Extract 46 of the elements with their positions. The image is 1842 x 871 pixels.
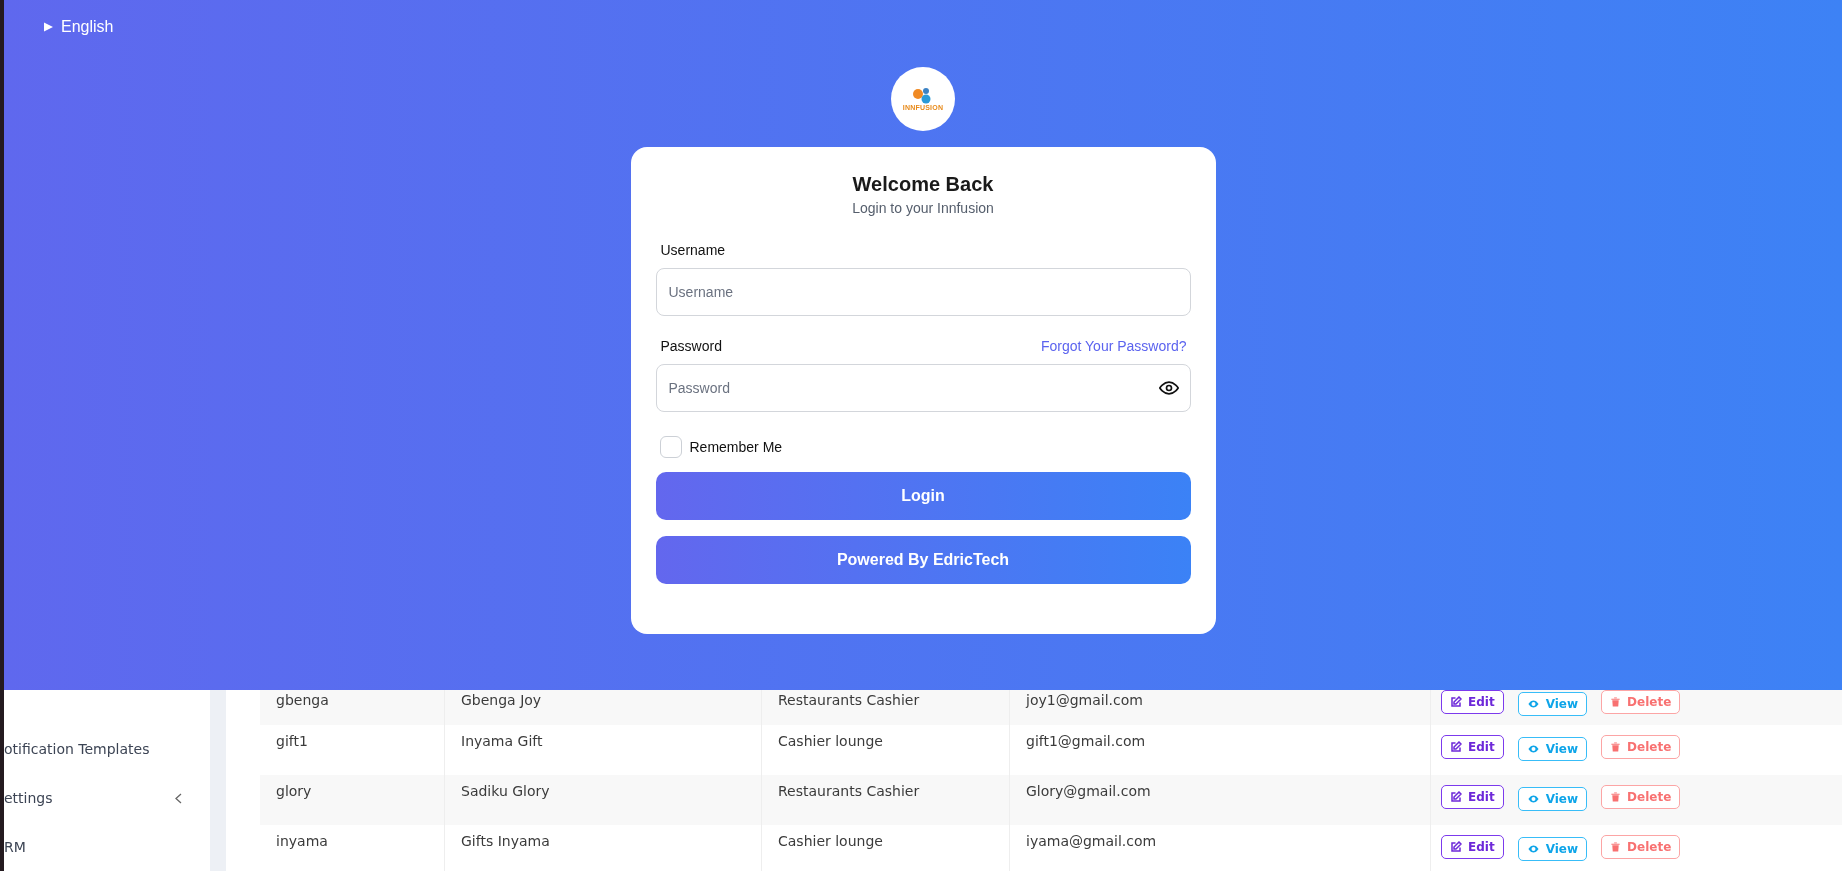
sidebar-item[interactable]: ettings: [4, 773, 210, 823]
view-button[interactable]: View: [1517, 737, 1588, 761]
edit-icon: [1450, 741, 1462, 753]
sidebar-item[interactable]: RM: [4, 822, 210, 871]
powered-by-button[interactable]: Powered By EdricTech: [655, 536, 1191, 584]
caret-icon: [44, 22, 53, 32]
eye-icon: [1526, 843, 1540, 855]
card-subtitle: Login to your Innfusion: [852, 200, 994, 216]
trash-icon: [1610, 791, 1622, 803]
eye-icon: [1526, 793, 1540, 805]
password-field[interactable]: Password: [655, 364, 1191, 412]
field-label: Username: [660, 242, 726, 258]
username-field[interactable]: Username: [655, 268, 1191, 316]
forgot-password-link[interactable]: Forgot Your Password?: [1040, 338, 1187, 354]
remember-checkbox[interactable]: [659, 436, 682, 458]
table-cell: iyama@gmail.com: [1010, 825, 1431, 871]
delete-button[interactable]: Delete: [1601, 735, 1681, 759]
edit-button[interactable]: Edit: [1441, 785, 1504, 809]
login-button[interactable]: Login: [655, 472, 1191, 520]
edit-icon: [1450, 696, 1462, 708]
view-button[interactable]: View: [1517, 837, 1588, 861]
table-cell: inyama: [260, 825, 445, 871]
edit-icon: [1450, 791, 1462, 803]
sidebar-item[interactable]: otification Templates: [4, 725, 210, 774]
eye-icon: [1526, 743, 1540, 755]
eye-icon: [1526, 698, 1540, 710]
table-cell: Gifts Inyama: [445, 825, 762, 871]
trash-icon: [1610, 696, 1622, 708]
table-cell: Cashier lounge: [762, 825, 1010, 871]
trash-icon: [1610, 841, 1622, 853]
view-button[interactable]: View: [1517, 692, 1588, 716]
trash-icon: [1610, 741, 1622, 753]
edit-button[interactable]: Edit: [1441, 735, 1504, 759]
delete-button[interactable]: Delete: [1601, 835, 1681, 859]
delete-button[interactable]: Delete: [1601, 785, 1681, 809]
language-toggle[interactable]: English: [44, 18, 114, 36]
field-label: Password: [660, 338, 722, 354]
edit-button[interactable]: Edit: [1441, 690, 1504, 714]
delete-button[interactable]: Delete: [1601, 690, 1681, 714]
eye-icon[interactable]: [1158, 381, 1179, 395]
checkbox-label: Remember Me: [689, 439, 783, 455]
card-title: Welcome Back: [852, 173, 994, 196]
edit-icon: [1450, 841, 1462, 853]
view-button[interactable]: View: [1517, 787, 1588, 811]
edit-button[interactable]: Edit: [1441, 835, 1504, 859]
chevron-icon: [175, 792, 182, 804]
